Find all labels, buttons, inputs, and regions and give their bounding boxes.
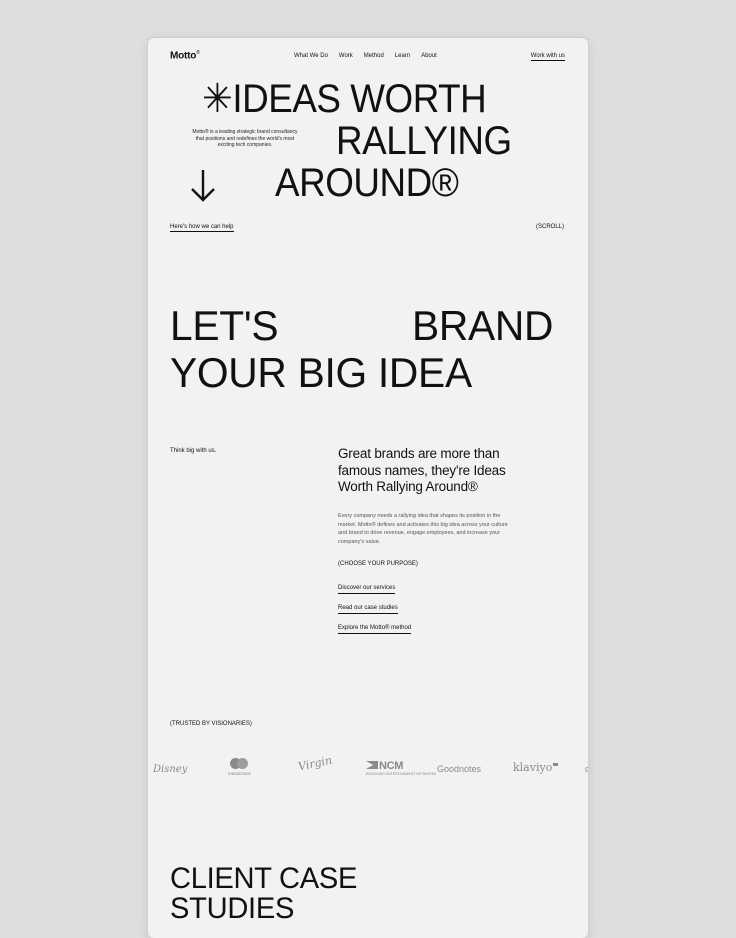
help-link[interactable]: Here's how we can help [170,224,234,232]
hero-headline-line-1: ✳IDEAS WORTH [202,77,487,121]
body-paragraph: Every company needs a rallying idea that… [338,513,508,545]
trusted-label: (TRUSTED BY VISIONARIES) [170,721,252,727]
ncm-mark-icon [366,761,378,769]
hero-headline-line-2: RALLYING [336,119,512,163]
virgin-logo: Virgin [297,753,334,774]
hero-blurb: Motto® is a leading strategic brand cons… [192,129,298,148]
klaviyo-flag-icon [553,762,559,766]
discover-services-link[interactable]: Discover our services [338,585,396,594]
method-link[interactable]: Explore the Motto® method [338,625,412,634]
klaviyo-logo: klaviyo [513,761,559,774]
hero-headline-line-3: AROUND® [275,161,459,205]
mastercard-logo: mastercard [228,758,251,776]
brand-headline-brand: BRAND [412,302,554,349]
scroll-indicator: (SCROLL) [535,224,564,230]
purpose-label: (CHOOSE YOUR PURPOSE) [338,561,418,567]
logo-registered-mark: ® [196,50,200,56]
mastercard-wordmark: mastercard [228,771,251,776]
brand-headline-line-2: YOUR BIG IDEA [170,349,472,396]
logo[interactable]: Motto® [170,50,200,61]
partial-logo: c [585,764,588,774]
disney-logo: Disney [153,764,188,775]
mastercard-circles-icon [230,758,249,769]
brand-headline-lets: LET'S [170,302,279,349]
tagline: Think big with us. [170,448,217,454]
nav-about[interactable]: About [421,53,437,59]
case-studies-heading-line-1: CLIENT CASE [170,862,358,895]
lead-paragraph: Great brands are more than famous names,… [338,446,506,494]
ncm-wordmark: NCM [366,760,403,772]
nav-work[interactable]: Work [339,53,353,59]
nav-what-we-do[interactable]: What We Do [294,53,328,59]
main-nav: What We Do Work Method Learn About [294,53,437,59]
nav-method[interactable]: Method [364,53,384,59]
klaviyo-wordmark: klaviyo [513,761,553,774]
goodnotes-logo: Goodnotes [437,764,482,774]
case-studies-link[interactable]: Read our case studies [338,605,398,614]
ncm-subtitle: ENGAGING ENTERTAINMENT NETWORKS [366,772,437,776]
hero-line-1-text: IDEAS WORTH [232,77,487,121]
nav-learn[interactable]: Learn [395,53,410,59]
work-with-us-link[interactable]: Work with us [530,53,565,61]
ncm-text: NCM [379,760,404,772]
asterisk-icon: ✳ [202,77,233,121]
ncm-logo: NCM ENGAGING ENTERTAINMENT NETWORKS [366,760,436,776]
website-page: Motto® What We Do Work Method Learn Abou… [148,38,588,938]
client-logo-strip: Disney mastercard Virgin NCM ENGAGING EN… [148,753,588,782]
logo-text: Motto [170,50,197,62]
arrow-down-icon[interactable] [188,166,218,206]
